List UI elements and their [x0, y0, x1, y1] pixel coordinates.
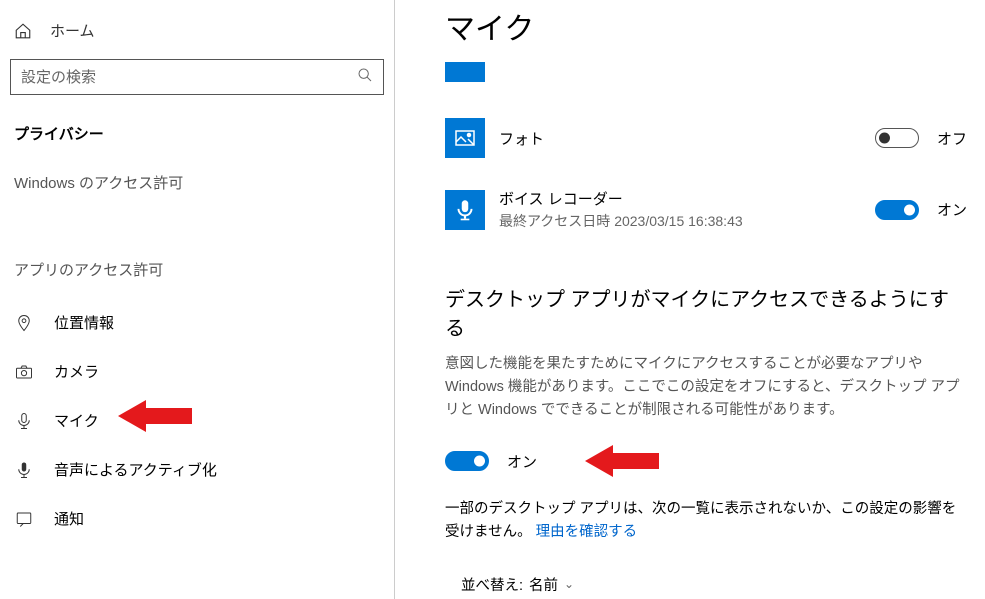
app-last-access: 最終アクセス日時 2023/03/15 16:38:43	[499, 211, 861, 231]
page-title: マイク	[445, 0, 967, 62]
note-prefix: 一部のデスクトップ アプリは、次の一覧に表示されないか、この設定の影響を受けませ…	[445, 501, 956, 540]
sidebar-item-label: 音声によるアクティブ化	[54, 459, 217, 480]
sidebar-item-label: カメラ	[54, 361, 99, 382]
toggle-voice-recorder[interactable]	[875, 200, 919, 220]
sidebar-item-voice-activation[interactable]: 音声によるアクティブ化	[0, 445, 394, 494]
toggle-desktop-apps[interactable]	[445, 451, 489, 471]
toggle-photos[interactable]	[875, 128, 919, 148]
desktop-apps-toggle-row: オン	[445, 451, 967, 498]
microphone-icon	[14, 412, 34, 430]
sidebar-item-notifications[interactable]: 通知	[0, 494, 394, 543]
sidebar-item-camera[interactable]: カメラ	[0, 347, 394, 396]
annotation-arrow	[118, 398, 192, 434]
toggle-label: オン	[937, 199, 967, 220]
sidebar-item-label: 位置情報	[54, 312, 114, 333]
sidebar-item-label: 通知	[54, 508, 84, 529]
toggle-label: オフ	[937, 128, 967, 149]
app-row-photos: フォト オフ	[445, 112, 967, 182]
desktop-apps-section-title: デスクトップ アプリがマイクにアクセスできるようにする	[445, 255, 967, 353]
reason-link[interactable]: 理由を確認する	[536, 524, 638, 540]
sidebar-item-microphone[interactable]: マイク	[0, 396, 394, 445]
sidebar-item-label: マイク	[54, 410, 99, 431]
search-icon	[357, 67, 373, 88]
main-content: マイク フォト オフ ボイス レコーダー 最終アクセス日時 2023/03/15…	[395, 0, 985, 599]
search-box[interactable]	[10, 59, 384, 95]
app-icon-partial	[445, 62, 485, 82]
sort-label: 並べ替え:	[461, 574, 523, 595]
sidebar-group-windows-permissions: Windows のアクセス許可	[0, 164, 394, 211]
voice-activation-icon	[14, 461, 34, 479]
home-label: ホーム	[50, 20, 95, 41]
toggle-label: オン	[507, 451, 537, 472]
app-row-voice-recorder: ボイス レコーダー 最終アクセス日時 2023/03/15 16:38:43 オ…	[445, 182, 967, 255]
desktop-apps-note: 一部のデスクトップ アプリは、次の一覧に表示されないか、この設定の影響を受けませ…	[445, 498, 967, 574]
home-icon	[14, 22, 32, 40]
sort-row[interactable]: 並べ替え: 名前 ⌄	[445, 574, 967, 595]
sidebar: ホーム プライバシー Windows のアクセス許可 アプリのアクセス許可 位置…	[0, 0, 395, 599]
sidebar-heading-privacy: プライバシー	[0, 115, 394, 164]
chevron-down-icon: ⌄	[564, 577, 574, 591]
app-name: ボイス レコーダー	[499, 188, 861, 209]
sidebar-item-location[interactable]: 位置情報	[0, 298, 394, 347]
sort-value: 名前	[529, 574, 558, 595]
camera-icon	[14, 363, 34, 381]
desktop-apps-section-desc: 意図した機能を果たすためにマイクにアクセスすることが必要なアプリや Window…	[445, 353, 967, 451]
sidebar-group-app-permissions: アプリのアクセス許可	[0, 251, 394, 298]
search-input[interactable]	[21, 69, 357, 86]
app-name: フォト	[499, 128, 861, 149]
location-icon	[14, 314, 34, 332]
photos-icon	[445, 118, 485, 158]
voice-recorder-icon	[445, 190, 485, 230]
notifications-icon	[14, 510, 34, 528]
annotation-arrow	[585, 443, 659, 479]
home-link[interactable]: ホーム	[0, 12, 394, 59]
